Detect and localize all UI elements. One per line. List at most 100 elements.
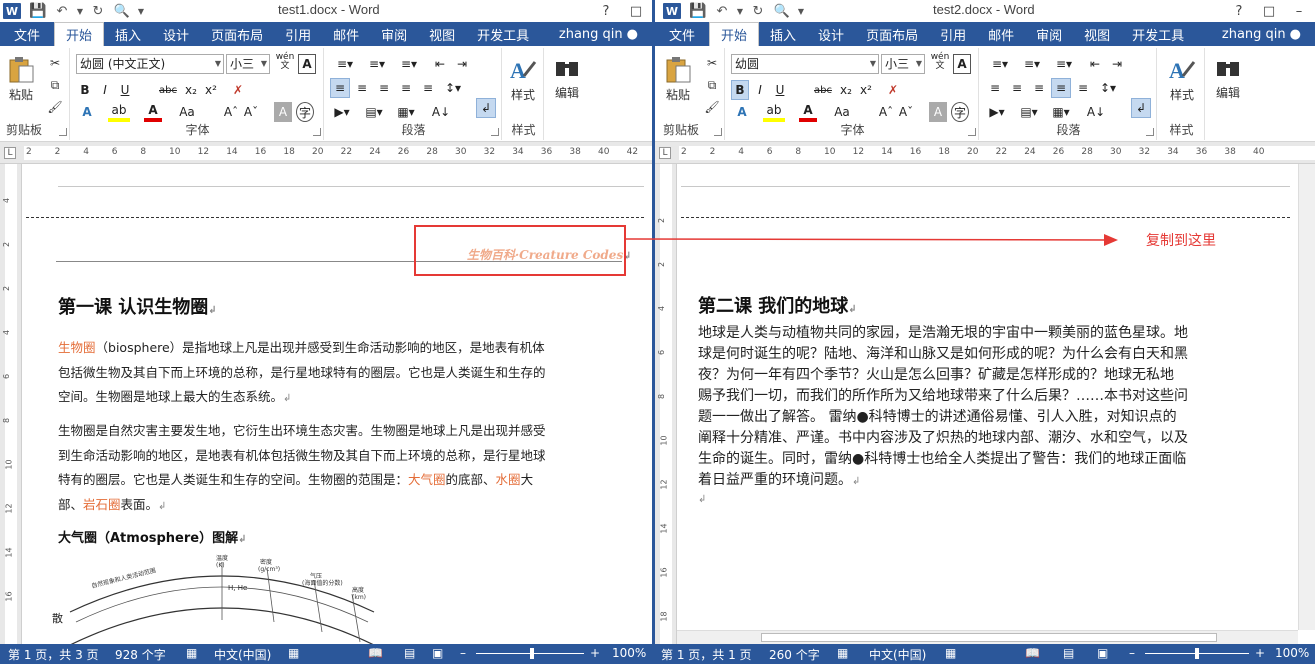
italic-button[interactable]: I <box>751 80 769 100</box>
increase-indent-icon[interactable]: ⇥ <box>452 54 472 74</box>
paragraph-launcher-icon[interactable] <box>491 128 499 136</box>
cut-icon[interactable]: ✂ <box>703 54 721 72</box>
language[interactable]: 中文(中国) <box>869 646 926 663</box>
user-account[interactable]: zhang qin ● <box>1214 22 1315 46</box>
line-spacing-icon[interactable]: ↕▾ <box>1095 78 1121 98</box>
styles-button[interactable]: A 样式 <box>508 54 538 103</box>
tab-insert[interactable]: 插入 <box>104 22 152 46</box>
char-shading-icon[interactable]: A <box>929 102 947 122</box>
borders-icon[interactable]: ▦▾ <box>1049 102 1073 122</box>
zoom-in-icon[interactable]: + <box>1255 646 1265 660</box>
scrollbar-thumb[interactable] <box>761 633 1217 642</box>
print-preview-icon[interactable]: 🔍 <box>771 1 793 21</box>
horizontal-scrollbar[interactable] <box>677 630 1298 644</box>
minimize-icon[interactable]: – <box>1287 4 1311 19</box>
char-border-icon[interactable]: A <box>953 54 971 74</box>
read-mode-icon[interactable]: 📖 <box>368 646 383 660</box>
vertical-ruler[interactable]: 4 2 2 4 6 8 10 12 14 16 <box>0 164 22 644</box>
tab-developer[interactable]: 开发工具 <box>466 22 540 46</box>
figure-heading[interactable]: 大气圈（Atmosphere）图解↲ <box>58 527 247 546</box>
chinese-layout-icon[interactable]: ▶▾ <box>330 102 354 122</box>
user-account[interactable]: zhang qin ● <box>551 22 652 46</box>
tab-view[interactable]: 视图 <box>418 22 466 46</box>
tab-review[interactable]: 审阅 <box>1025 22 1073 46</box>
customize-qat-icon[interactable]: ▼ <box>135 1 147 21</box>
font-color-icon[interactable]: A <box>144 102 162 122</box>
print-layout-icon[interactable]: ▤ <box>404 646 415 660</box>
strikethrough-button[interactable]: abc <box>156 80 180 100</box>
save-icon[interactable]: 💾 <box>687 1 709 21</box>
redo-icon[interactable]: ↻ <box>87 1 109 21</box>
copy-icon[interactable]: ⧉ <box>46 76 64 94</box>
tab-design[interactable]: 设计 <box>152 22 200 46</box>
shading-icon[interactable]: ▤▾ <box>1017 102 1041 122</box>
change-case-icon[interactable]: Aa <box>829 102 855 122</box>
font-size-combo[interactable]: 小三 ▼ <box>226 54 270 74</box>
print-layout-icon[interactable]: ▤ <box>1063 646 1074 660</box>
enclose-char-icon[interactable]: 字 <box>296 102 314 122</box>
tab-developer[interactable]: 开发工具 <box>1121 22 1195 46</box>
change-case-icon[interactable]: Aa <box>174 102 200 122</box>
tab-mailings[interactable]: 邮件 <box>977 22 1025 46</box>
phonetic-guide-button[interactable]: wén 文 <box>274 52 296 72</box>
tab-selector-icon[interactable]: L <box>659 147 671 159</box>
decrease-indent-icon[interactable]: ⇤ <box>1085 54 1105 74</box>
zoom-in-icon[interactable]: + <box>590 646 600 660</box>
subscript-button[interactable]: x₂ <box>182 80 200 100</box>
zoom-slider-thumb[interactable] <box>530 648 534 659</box>
bold-button[interactable]: B <box>731 80 749 100</box>
web-layout-icon[interactable]: ▣ <box>432 646 443 660</box>
distributed-button[interactable]: ≡ <box>418 78 438 98</box>
grow-font-icon[interactable]: Aˆ <box>877 102 895 122</box>
page-count[interactable]: 第 1 页，共 1 页 <box>661 646 752 663</box>
bullets-icon[interactable]: ≡▾ <box>985 54 1015 74</box>
web-layout-icon[interactable]: ▣ <box>1097 646 1108 660</box>
underline-button[interactable]: U <box>771 80 789 100</box>
font-name-combo[interactable]: 幼圆 ▼ <box>731 54 879 74</box>
shading-icon[interactable]: ▤▾ <box>362 102 386 122</box>
tab-references[interactable]: 引用 <box>274 22 322 46</box>
align-left-button[interactable]: ≡ <box>985 78 1005 98</box>
tab-layout[interactable]: 页面布局 <box>200 22 274 46</box>
font-size-combo[interactable]: 小三 ▼ <box>881 54 925 74</box>
font-launcher-icon[interactable] <box>313 128 321 136</box>
macro-icon[interactable]: ▦ <box>288 646 299 660</box>
tab-references[interactable]: 引用 <box>929 22 977 46</box>
macro-icon[interactable]: ▦ <box>945 646 956 660</box>
clear-format-icon[interactable]: ✗ <box>228 80 248 100</box>
print-preview-icon[interactable]: 🔍 <box>111 1 133 21</box>
highlight-icon[interactable]: ab <box>108 102 130 122</box>
copy-icon[interactable]: ⧉ <box>703 76 721 94</box>
editing-button[interactable]: 编辑 <box>1213 52 1243 101</box>
dropdown-icon[interactable]: ▼ <box>75 1 85 21</box>
shrink-font-icon[interactable]: Aˇ <box>242 102 260 122</box>
page-count[interactable]: 第 1 页，共 3 页 <box>8 646 99 663</box>
paste-button[interactable]: 粘贴 <box>6 54 36 103</box>
show-marks-button[interactable]: ↲ <box>1131 98 1151 118</box>
lesson-heading[interactable]: 第一课 认识生物圈↲ <box>58 293 217 319</box>
justify-button[interactable]: ≡ <box>1051 78 1071 98</box>
font-color-icon[interactable]: A <box>799 102 817 122</box>
zoom-slider-thumb[interactable] <box>1195 648 1199 659</box>
chinese-layout-icon[interactable]: ▶▾ <box>985 102 1009 122</box>
tab-file[interactable]: 文件 <box>0 22 55 46</box>
numbering-icon[interactable]: ≡▾ <box>362 54 392 74</box>
bold-button[interactable]: B <box>76 80 94 100</box>
help-icon[interactable]: ? <box>1227 4 1251 19</box>
align-right-button[interactable]: ≡ <box>1029 78 1049 98</box>
tab-design[interactable]: 设计 <box>807 22 855 46</box>
subscript-button[interactable]: x₂ <box>837 80 855 100</box>
clipboard-launcher-icon[interactable] <box>714 128 722 136</box>
show-marks-button[interactable]: ↲ <box>476 98 496 118</box>
lesson-heading[interactable]: 第二课 我们的地球↲ <box>698 292 857 318</box>
ribbon-display-icon[interactable]: □ <box>1257 4 1281 19</box>
format-painter-icon[interactable]: 🖌 <box>703 98 721 116</box>
align-center-button[interactable]: ≡ <box>352 78 372 98</box>
tab-insert[interactable]: 插入 <box>759 22 807 46</box>
ribbon-display-icon[interactable]: □ <box>624 4 648 19</box>
tab-view[interactable]: 视图 <box>1073 22 1121 46</box>
zoom-out-icon[interactable]: – <box>1129 646 1135 660</box>
shrink-font-icon[interactable]: Aˇ <box>897 102 915 122</box>
tab-home[interactable]: 开始 <box>709 22 760 46</box>
sort-icon[interactable]: A↓ <box>430 102 452 122</box>
